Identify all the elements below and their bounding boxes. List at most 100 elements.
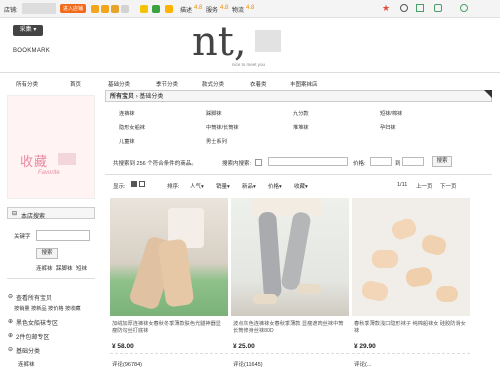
category-link[interactable]: 堆堆袜 — [293, 124, 309, 131]
shop-badge-icon — [91, 5, 99, 13]
prev-page-link[interactable]: 上一页 — [416, 182, 433, 190]
logistics-score: 4.8 — [246, 5, 255, 11]
product-card[interactable]: 加绒加厚连裤袜女春秋冬季薄款肤色光腿神器显瘦防勾丝打底袜 ¥ 58.00 评论(… — [110, 198, 228, 375]
star-icon[interactable]: ★ — [382, 3, 390, 14]
sidebar-group[interactable]: 黑色女船袜专区 — [16, 318, 58, 327]
hot-tag[interactable]: 短袜 — [76, 264, 87, 272]
main-nav: 所有分类 首页 基础分类 季节分类 款式分类 衣着类 丰图案袜店 — [0, 80, 500, 90]
crown-icon — [140, 5, 148, 13]
sort-popularity[interactable]: 人气▾ — [190, 182, 204, 190]
sort-price-label: 价格 — [268, 184, 280, 190]
card-divider — [352, 353, 470, 354]
product-title[interactable]: 春秋季薄款浅口隐形袜子 纯棉船袜女 硅胶防滑女袜 — [354, 321, 468, 335]
product-image-shape — [404, 265, 434, 289]
breadcrumb-root[interactable]: 所有宝贝 — [110, 94, 134, 100]
price-max-input[interactable] — [402, 157, 424, 166]
card-divider — [110, 353, 228, 354]
view-all-link[interactable]: 查看所有宝贝 — [16, 293, 52, 302]
next-page-link[interactable]: 下一页 — [440, 182, 457, 190]
search-within-label: 搜索内搜索: — [222, 161, 252, 167]
to-label: 到 — [395, 161, 401, 167]
favorite-blurred — [58, 153, 76, 165]
product-image-shape — [420, 233, 448, 257]
product-price: ¥ 25.00 — [233, 343, 255, 350]
category-link[interactable]: 隐形女船袜 — [119, 124, 145, 131]
category-link[interactable]: 连裤袜 — [119, 110, 135, 117]
store-name-blurred — [22, 3, 56, 14]
hot-tag[interactable]: 连裤袜 — [36, 264, 53, 272]
collapse-icon[interactable]: ⊟ — [12, 210, 17, 217]
nav-item-home[interactable]: 首页 — [70, 80, 81, 88]
filter-search-button[interactable]: 搜索 — [432, 156, 452, 167]
sort-favorites-label: 收藏 — [294, 184, 306, 190]
category-link[interactable]: 九分款 — [293, 110, 309, 117]
fullscreen-icon[interactable] — [416, 4, 424, 12]
product-image-shape — [297, 284, 321, 294]
search-icon[interactable] — [400, 4, 408, 12]
product-image-shape — [157, 238, 195, 308]
wangwang-icon[interactable] — [152, 5, 160, 13]
list-view-icon[interactable] — [139, 181, 145, 187]
product-image-shape — [280, 211, 312, 291]
sort-sales[interactable]: 销量▾ — [216, 182, 230, 190]
sort-popularity-label: 人气 — [190, 184, 202, 190]
sidebar-group[interactable]: 2件包邮专区 — [16, 332, 49, 341]
product-title[interactable]: 加绒加厚连裤袜女春秋冬季薄款肤色光腿神器显瘦防勾丝打底袜 — [112, 321, 226, 335]
sort-favorites[interactable]: 收藏▾ — [294, 182, 308, 190]
category-link[interactable]: 短袜/棉袜 — [380, 110, 402, 117]
product-price: ¥ 58.00 — [112, 343, 134, 350]
desc-label: 描述 — [180, 8, 193, 14]
product-price: ¥ 29.90 — [354, 343, 376, 350]
product-reviews[interactable]: 评论(11645) — [233, 360, 263, 368]
product-image[interactable] — [231, 198, 349, 316]
nav-item-all-categories[interactable]: 所有分类 — [16, 80, 38, 88]
star-badge-icon — [165, 5, 173, 13]
sidebar-search-button[interactable]: 搜索 — [36, 248, 58, 259]
sidebar-group[interactable]: 基础分类 — [16, 346, 40, 355]
bookmark-label: BOOKMARK — [13, 48, 51, 54]
search-within-checkbox[interactable] — [255, 159, 262, 166]
keyword-input[interactable] — [36, 230, 90, 241]
sort-price[interactable]: 价格▾ — [268, 182, 282, 190]
enter-store-button[interactable]: 进入店铺 — [60, 4, 87, 13]
sort-newest[interactable]: 新品▾ — [242, 182, 256, 190]
settings-icon[interactable] — [460, 4, 468, 12]
product-title[interactable]: 波点灰色连裤袜女春秋季薄款 显瘦遮肉丝袜中筒长筒修身丝袜80D — [233, 321, 347, 335]
category-link[interactable]: 踩脚袜 — [206, 110, 222, 117]
category-link[interactable]: 中筒袜/长筒袜 — [206, 124, 239, 131]
nav-item-wear[interactable]: 衣着类 — [250, 80, 267, 88]
result-count: 共搜索到 256 个符合条件的商品。 — [113, 161, 197, 167]
sort-links[interactable]: 按销量 按新品 按价格 按收藏 — [14, 305, 81, 312]
product-card[interactable]: 波点灰色连裤袜女春秋季薄款 显瘦遮肉丝袜中筒长筒修身丝袜80D ¥ 25.00 … — [231, 198, 349, 375]
category-link[interactable]: 男士系列 — [206, 138, 227, 145]
sidebar-sub-item[interactable]: 连裤袜 — [18, 360, 35, 368]
favorite-banner[interactable]: 收藏 Favorite — [7, 95, 95, 199]
screenshot-icon[interactable] — [434, 4, 442, 12]
display-label: 显示: — [113, 184, 126, 190]
category-link[interactable]: 儿童袜 — [119, 138, 135, 145]
sort-sales-label: 销量 — [216, 184, 228, 190]
corner-fold-icon — [484, 90, 492, 98]
breadcrumb-current: 基础分类 — [139, 94, 164, 100]
product-image[interactable] — [110, 198, 228, 316]
favorite-en: Favorite — [38, 170, 60, 176]
logo-tagline: nice to meet you — [232, 62, 266, 67]
hot-tag[interactable]: 踩脚袜 — [56, 264, 73, 272]
product-image-shape — [389, 216, 419, 242]
product-reviews[interactable]: 评论(96784) — [112, 360, 142, 368]
service-score: 4.8 — [220, 5, 229, 11]
nav-item-pattern[interactable]: 丰图案袜店 — [290, 80, 318, 88]
product-reviews[interactable]: 评论(... — [354, 360, 371, 368]
product-card[interactable]: 春秋季薄款浅口隐形袜子 纯棉船袜女 硅胶防滑女袜 ¥ 29.90 评论(... — [352, 198, 470, 375]
collect-button[interactable]: 采集 ▾ — [13, 25, 43, 36]
product-image[interactable] — [352, 198, 470, 316]
search-within-input[interactable] — [268, 157, 348, 166]
keyword-label: 关键字 — [14, 234, 31, 240]
nav-item-style[interactable]: 款式分类 — [202, 80, 224, 88]
nav-item-season[interactable]: 季节分类 — [156, 80, 178, 88]
grid-view-icon[interactable] — [131, 181, 137, 187]
category-link[interactable]: 孕妇袜 — [380, 124, 396, 131]
price-min-input[interactable] — [370, 157, 392, 166]
top-toolbar: 店铺: 进入店铺 描述 4.8 服务 4.8 物流 4.8 ★ — [0, 0, 500, 18]
nav-item-basic[interactable]: 基础分类 — [108, 80, 130, 88]
